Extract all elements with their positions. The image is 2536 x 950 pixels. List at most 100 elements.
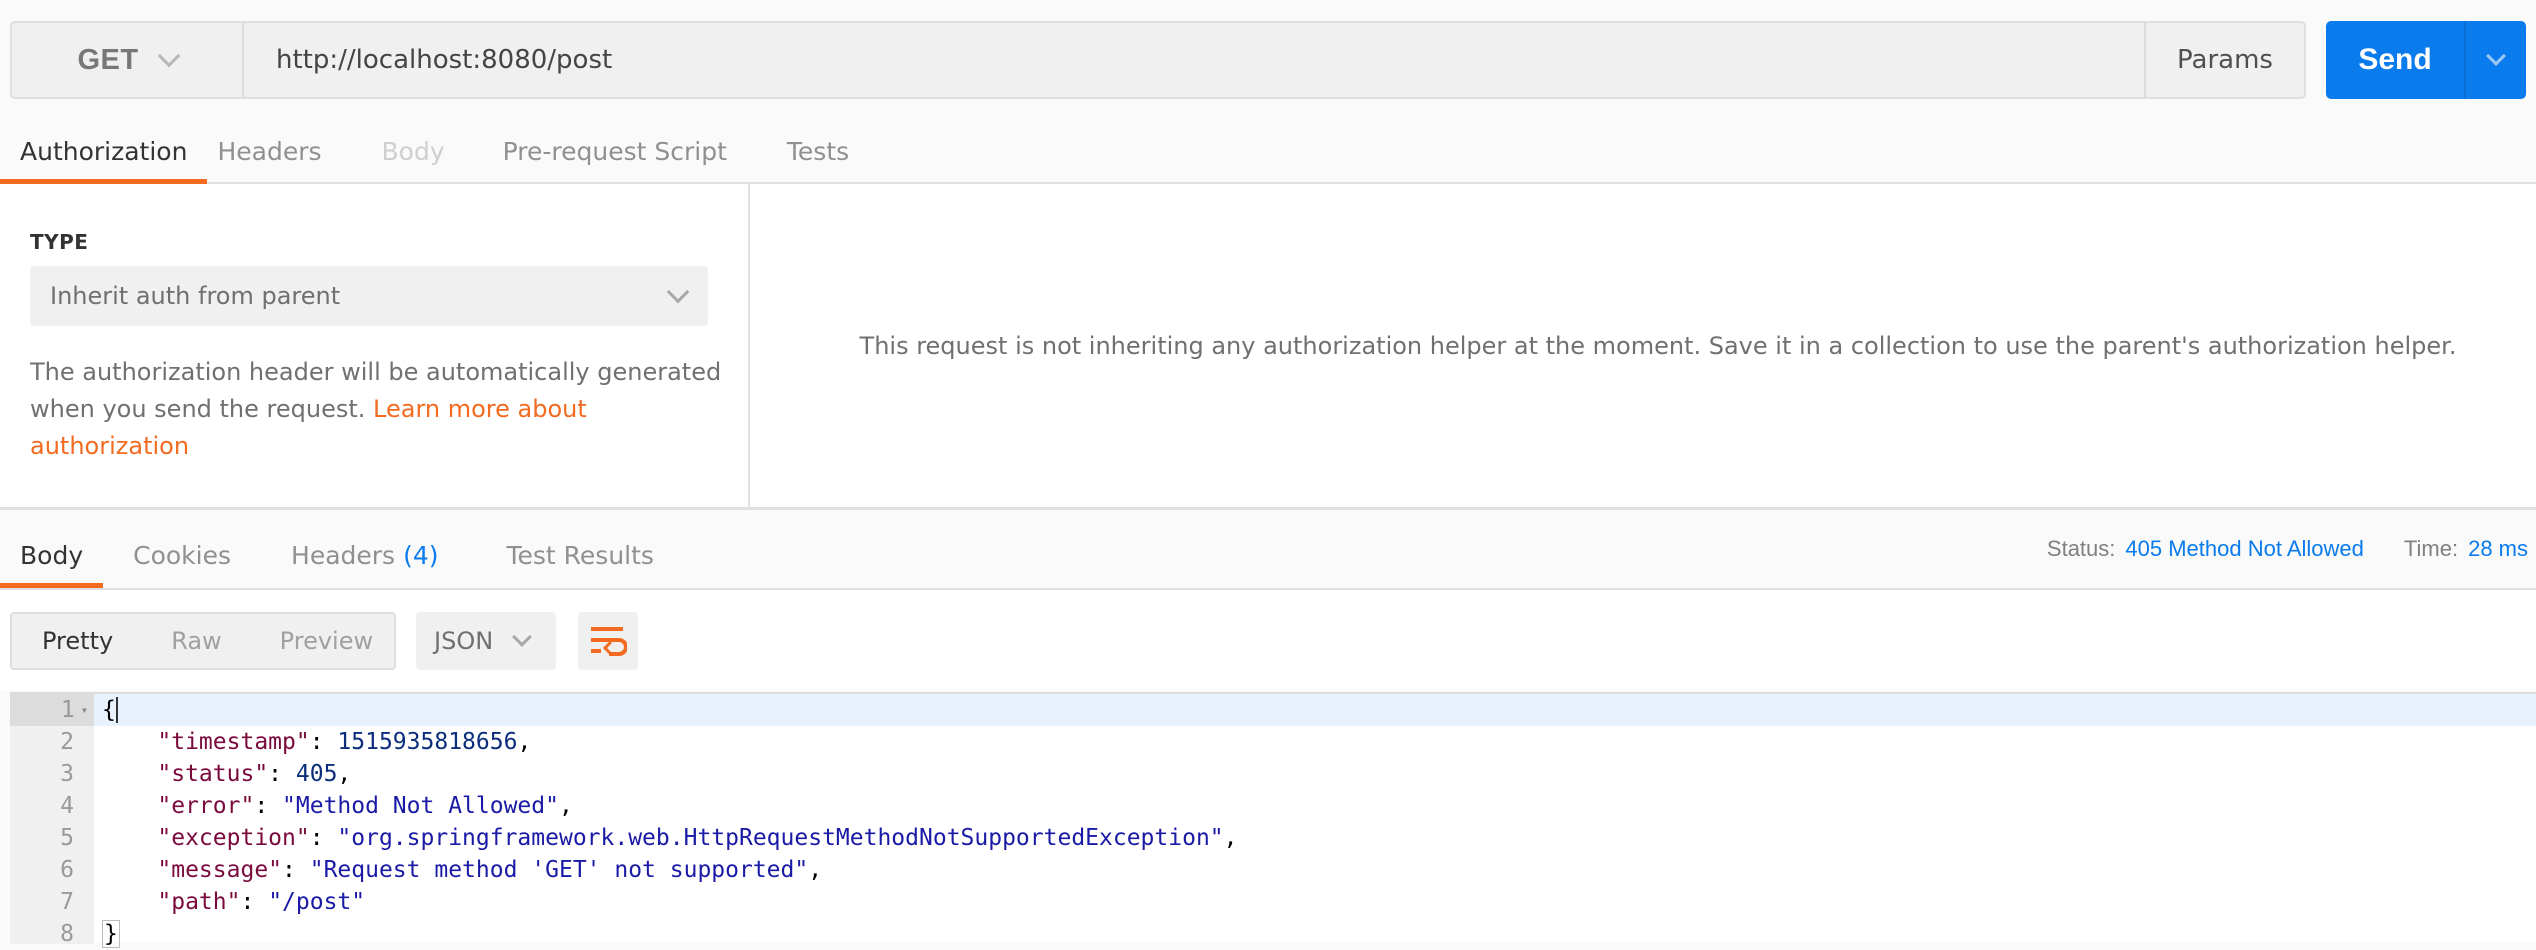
code-line: 3 "status": 405, (10, 758, 2536, 790)
authorization-panel: TYPE Inherit auth from parent The author… (0, 184, 2536, 510)
code-text: { (94, 697, 118, 723)
line-number: 4 (60, 793, 74, 819)
tab-test-results[interactable]: Test Results (469, 522, 684, 588)
json-punct (102, 793, 157, 819)
response-toolbar: Pretty Raw Preview JSON (0, 590, 2536, 690)
status-label: Status: (2046, 536, 2116, 561)
json-punct: , (337, 761, 352, 787)
json-punct: , (558, 793, 573, 819)
chevron-down-icon (157, 44, 180, 68)
json-punct: } (102, 920, 120, 948)
code-text: "message": "Request method 'GET' not sup… (94, 857, 822, 883)
format-value: JSON (434, 627, 494, 655)
time-label: Time: (2403, 536, 2459, 561)
chevron-down-icon (666, 280, 690, 304)
json-string: "/post" (268, 889, 366, 915)
response-meta: Status: 405 Method Not Allowed Time: 28 … (2047, 536, 2528, 562)
json-punct: , (517, 729, 532, 755)
tab-authorization[interactable]: Authorization (0, 120, 208, 184)
wrap-lines-button[interactable] (578, 612, 638, 670)
send-button-group: Send (2326, 21, 2526, 99)
json-string: "Method Not Allowed" (282, 793, 559, 819)
json-punct: { (102, 697, 118, 723)
json-punct: : (254, 793, 283, 819)
line-number: 5 (60, 825, 74, 851)
auth-type-value: Inherit auth from parent (50, 282, 341, 310)
url-box: GET Params (10, 21, 2306, 99)
json-punct (102, 729, 157, 755)
code-line: 6 "message": "Request method 'GET' not s… (10, 854, 2536, 886)
line-number: 3 (60, 761, 74, 787)
auth-type-select[interactable]: Inherit auth from parent (30, 266, 708, 326)
json-key: "error" (157, 793, 255, 819)
auth-description: The authorization header will be automat… (30, 354, 730, 465)
line-number: 6 (60, 857, 74, 883)
json-punct (102, 825, 157, 851)
code-text: "status": 405, (94, 761, 351, 787)
method-select[interactable]: GET (12, 23, 244, 97)
code-text: "path": "/post" (94, 889, 365, 915)
json-punct: : (309, 729, 338, 755)
json-punct: , (808, 857, 823, 883)
json-number: 1515935818656 (337, 729, 518, 755)
line-number: 1 ▾ (10, 694, 94, 726)
format-select[interactable]: JSON (416, 612, 556, 670)
method-label: GET (77, 43, 139, 76)
headers-count-badge: (4) (403, 540, 439, 570)
tab-response-headers[interactable]: Headers (4) (261, 522, 468, 588)
code-line: 1 ▾ { (10, 694, 2536, 726)
status-value[interactable]: 405 Method Not Allowed (2125, 536, 2364, 562)
auth-settings: TYPE Inherit auth from parent The author… (0, 184, 750, 507)
auth-info-message: This request is not inheriting any autho… (859, 331, 2457, 360)
fold-toggle-icon[interactable]: ▾ (81, 703, 88, 717)
json-string: "org.springframework.web.HttpRequestMeth… (337, 825, 1224, 851)
tab-tests[interactable]: Tests (757, 120, 879, 182)
tab-response-headers-label: Headers (291, 540, 396, 570)
view-preview[interactable]: Preview (232, 627, 373, 655)
json-punct: , (1223, 825, 1238, 851)
json-key: "message" (157, 857, 283, 883)
code-text: "timestamp": 1515935818656, (94, 729, 531, 755)
json-key: "path" (157, 889, 241, 915)
tab-headers[interactable]: Headers (207, 120, 351, 182)
tab-cookies[interactable]: Cookies (103, 522, 261, 588)
json-punct (102, 857, 157, 883)
chevron-down-icon (512, 627, 533, 647)
view-pretty[interactable]: Pretty (12, 627, 113, 655)
json-key: "status" (157, 761, 269, 787)
response-body-editor[interactable]: 1 ▾{2 "timestamp": 1515935818656, 3 "statu… (10, 692, 2536, 948)
json-key: "exception" (157, 825, 310, 851)
params-button[interactable]: Params (2144, 23, 2304, 97)
code-line: 2 "timestamp": 1515935818656, (10, 726, 2536, 758)
json-punct (102, 889, 157, 915)
wrap-lines-icon (591, 627, 627, 656)
view-raw[interactable]: Raw (123, 627, 221, 655)
tab-body[interactable]: Body (352, 120, 475, 182)
tab-response-body[interactable]: Body (0, 522, 104, 588)
line-number: 2 (60, 729, 74, 755)
code-text: "error": "Method Not Allowed", (94, 793, 573, 819)
code-line: 5 "exception": "org.springframework.web.… (10, 822, 2536, 854)
json-punct: : (268, 761, 296, 787)
tab-pre-request-script[interactable]: Pre-request Script (475, 120, 757, 182)
time-value[interactable]: 28 ms (2468, 536, 2528, 562)
code-text: "exception": "org.springframework.web.Ht… (94, 825, 1238, 851)
json-key: "timestamp" (157, 729, 310, 755)
url-input[interactable] (244, 23, 2152, 97)
request-bar: GET Params Send (0, 0, 2536, 120)
json-punct: : (309, 825, 338, 851)
line-number: 7 (60, 889, 74, 915)
code-line: 4 "error": "Method Not Allowed", (10, 790, 2536, 822)
send-button[interactable]: Send (2326, 21, 2464, 99)
code-line: 8} (10, 918, 2536, 950)
type-label: TYPE (30, 230, 89, 254)
request-tabs: Authorization Headers Body Pre-request S… (0, 120, 2536, 184)
chevron-down-icon (2486, 46, 2506, 66)
json-number: 405 (295, 761, 338, 787)
view-mode-group: Pretty Raw Preview (10, 612, 396, 670)
code-line: 7 "path": "/post" (10, 886, 2536, 918)
json-string: "Request method 'GET' not supported" (309, 857, 809, 883)
line-number: 8 (60, 921, 74, 947)
send-options-dropdown[interactable] (2464, 21, 2526, 99)
json-punct: : (282, 857, 310, 883)
